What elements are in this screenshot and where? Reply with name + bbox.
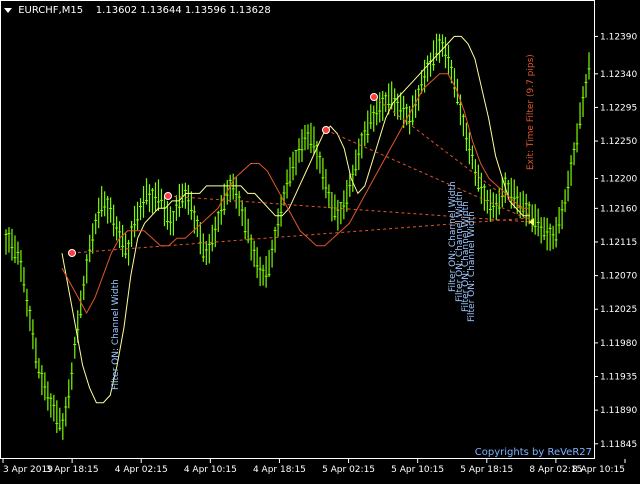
x-tick-label: 8 Apr 10:15: [572, 465, 625, 475]
price-chart[interactable]: 1.12390 1.12340 1.12295 1.12250 1.12200 1.121…: [0, 0, 640, 480]
y-tick-label: 1.12070: [600, 272, 637, 282]
ohlc-values: 1.13602 1.13644 1.13596 1.13628: [95, 5, 271, 16]
annotation-filter-on-1: Filter ON: Channel Width: [111, 279, 121, 390]
x-tick-label: 4 Apr 18:15: [253, 465, 306, 475]
entry-signal-marker: [322, 126, 330, 134]
x-tick-label: 5 Apr 18:15: [460, 465, 513, 475]
annotation-exit-filter: Exit: Time Filter (9.7 pips): [526, 54, 536, 170]
y-axis: 1.12390 1.12340 1.12295 1.12250 1.12200 1.121…: [594, 32, 637, 450]
y-tick-label: 1.12340: [600, 70, 637, 80]
chart-window[interactable]: 1.12390 1.12340 1.12295 1.12250 1.12200 1.121…: [0, 0, 640, 480]
chart-header: EURCHF,M15 1.13602 1.13644 1.13596 1.136…: [4, 5, 271, 16]
entry-signal-marker: [370, 93, 378, 101]
x-axis: 3 Apr 20193 Apr 18:15 4 Apr 02:15 4 Apr 10…: [2, 459, 626, 475]
copyright-text: Copyrights by ReVeR27: [474, 447, 592, 458]
symbol-label: EURCHF,M15: [18, 5, 84, 16]
x-tick-label: 4 Apr 02:15: [115, 465, 168, 475]
x-tick-label: 3 Apr 18:15: [46, 465, 99, 475]
y-tick-label: 1.11890: [600, 406, 637, 416]
y-tick-label: 1.12200: [600, 174, 637, 184]
plot-frame: [0, 0, 595, 459]
y-tick-label: 1.11980: [600, 339, 637, 349]
y-tick-label: 1.12250: [600, 137, 637, 147]
entry-signal-marker: [164, 192, 172, 200]
y-tick-label: 1.11845: [600, 440, 637, 450]
y-tick-label: 1.12025: [600, 305, 637, 315]
annotation-filter-on-5: Filter ON: Channel Width: [467, 211, 477, 322]
y-tick-label: 1.11935: [600, 373, 637, 383]
x-tick-label: 5 Apr 02:15: [322, 465, 375, 475]
y-tick-label: 1.12295: [600, 103, 637, 113]
entry-signal-marker: [68, 249, 76, 257]
x-tick-label: 4 Apr 10:15: [184, 465, 237, 475]
y-tick-label: 1.12160: [600, 204, 637, 214]
x-tick-label: 5 Apr 10:15: [391, 465, 444, 475]
dropdown-triangle-icon: [4, 7, 12, 13]
y-tick-label: 1.12115: [600, 238, 637, 248]
y-tick-label: 1.12390: [600, 32, 637, 42]
